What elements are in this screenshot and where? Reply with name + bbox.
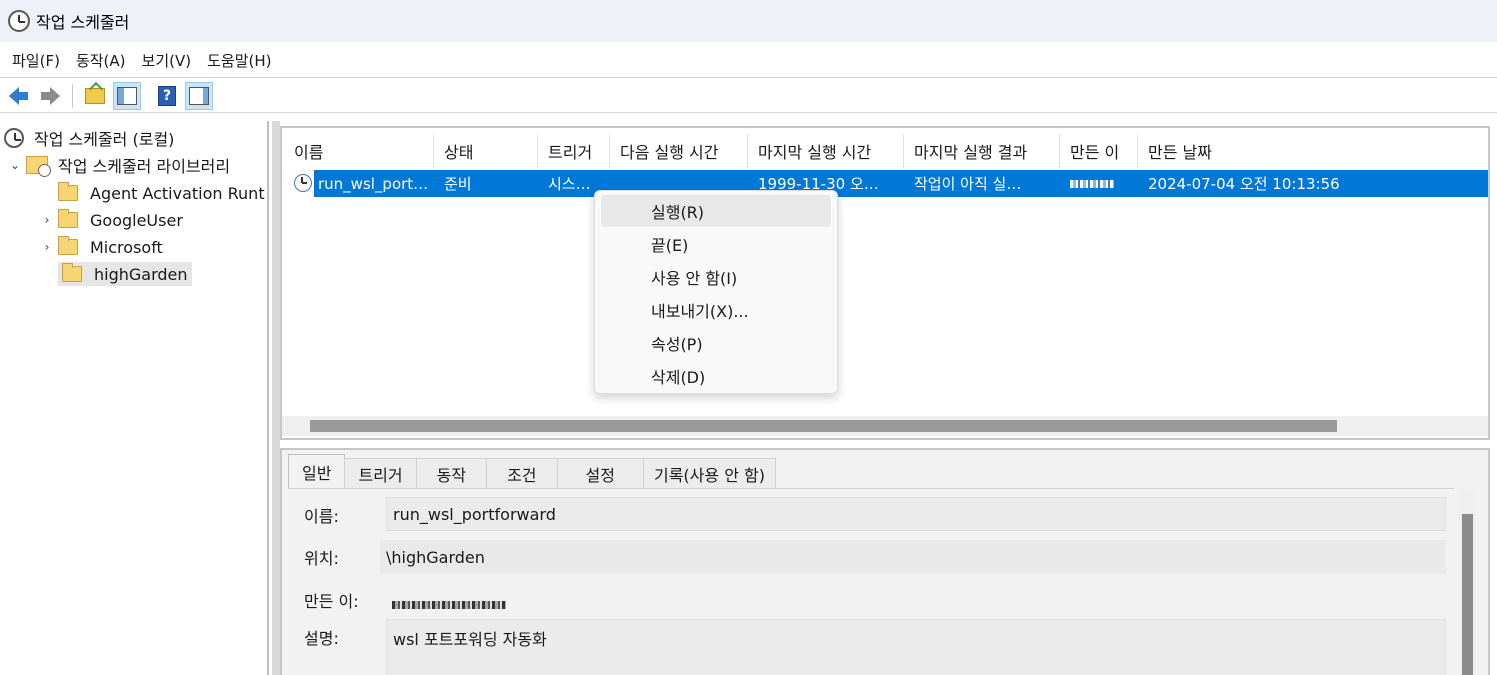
horizontal-scrollbar[interactable]: [282, 416, 1488, 436]
tree-item-googleuser[interactable]: › GoogleUser: [40, 208, 183, 232]
description-label: 설명:: [304, 629, 339, 648]
menu-file[interactable]: 파일(F): [4, 50, 68, 71]
show-hide-action-pane-icon: [189, 86, 209, 105]
tree-item-label: 작업 스케줄러 (로컬): [34, 130, 175, 149]
horizontal-scrollbar-thumb[interactable]: [310, 420, 1337, 432]
forward-button[interactable]: [36, 82, 64, 110]
cell-author: [1070, 170, 1134, 197]
forward-icon: [40, 86, 60, 105]
location-field: \highGarden: [380, 540, 1446, 574]
vertical-scrollbar-thumb[interactable]: [1462, 514, 1473, 675]
tree-item-label: 작업 스케줄러 라이브러리: [58, 157, 231, 176]
tree-item-library[interactable]: ⌄ 작업 스케줄러 라이브러리: [8, 153, 230, 177]
context-menu-disable[interactable]: 사용 안 함(I): [601, 261, 831, 293]
title-bar: 작업 스케줄러: [0, 0, 1497, 42]
console-tree: 작업 스케줄러 (로컬) ⌄ 작업 스케줄러 라이브러리 Agent Activ…: [0, 121, 269, 675]
author-label: 만든 이:: [304, 592, 359, 611]
column-header-next-run[interactable]: 다음 실행 시간: [610, 134, 748, 168]
cell-created: 2024-07-04 오전 10:13:56: [1148, 175, 1340, 193]
task-icon: [294, 174, 312, 192]
tree-item-root[interactable]: 작업 스케줄러 (로컬): [4, 126, 174, 150]
show-hide-console-tree-icon: [117, 86, 137, 105]
show-hide-action-pane-button[interactable]: [185, 81, 213, 110]
chevron-down-icon[interactable]: ⌄: [8, 158, 22, 172]
tree-item-label: GoogleUser: [90, 210, 183, 230]
name-field[interactable]: run_wsl_portforward: [386, 497, 1446, 531]
toolbar: ?: [0, 79, 1497, 113]
column-header-last-run[interactable]: 마지막 실행 시간: [748, 134, 904, 168]
tab-triggers[interactable]: 트리거: [344, 458, 417, 488]
context-menu-run[interactable]: 실행(R): [601, 195, 831, 227]
toolbar-separator: [72, 83, 73, 108]
redacted-author-value: [392, 595, 506, 613]
column-header-created[interactable]: 만든 날짜: [1138, 134, 1488, 168]
column-header-name[interactable]: 이름: [284, 134, 434, 168]
detail-tabs: 일반 트리거 동작 조건 설정 기록(사용 안 함): [288, 454, 776, 488]
tab-general[interactable]: 일반: [288, 454, 346, 488]
window-title: 작업 스케줄러: [36, 13, 130, 32]
context-menu-end[interactable]: 끝(E): [601, 228, 831, 260]
up-folder-button[interactable]: [81, 82, 109, 110]
task-scheduler-icon: [4, 128, 24, 148]
help-button[interactable]: ?: [153, 82, 181, 110]
menu-help[interactable]: 도움말(H): [199, 50, 279, 71]
task-scheduler-app-icon: [8, 10, 30, 32]
tab-actions[interactable]: 동작: [415, 458, 488, 488]
up-folder-icon: [85, 87, 105, 104]
column-header-author[interactable]: 만든 이: [1060, 134, 1138, 168]
tree-item-label: Agent Activation Runt: [90, 183, 265, 203]
tree-item-label: Microsoft: [90, 237, 163, 257]
help-icon: ?: [158, 85, 176, 106]
detail-pane: 일반 트리거 동작 조건 설정 기록(사용 안 함) 이름: run_wsl_p…: [280, 448, 1490, 675]
tab-conditions[interactable]: 조건: [486, 458, 558, 488]
column-header-status[interactable]: 상태: [434, 134, 538, 168]
tree-item-label: highGarden: [94, 264, 188, 284]
back-button[interactable]: [4, 82, 32, 110]
tree-item-microsoft[interactable]: › Microsoft: [40, 235, 163, 259]
column-header-trigger[interactable]: 트리거: [538, 134, 610, 168]
cell-status: 준비: [444, 175, 472, 193]
folder-icon: [58, 209, 78, 228]
menu-view[interactable]: 보기(V): [134, 50, 200, 71]
name-label: 이름:: [304, 507, 339, 526]
task-list: 이름 상태 트리거 다음 실행 시간 마지막 실행 시간 마지막 실행 결과 만…: [280, 126, 1490, 440]
vertical-scrollbar[interactable]: [1458, 490, 1476, 675]
tree-item-highgarden[interactable]: highGarden: [58, 262, 192, 286]
library-folder-icon: [26, 156, 51, 177]
folder-icon: [62, 263, 82, 282]
chevron-right-icon[interactable]: ›: [40, 240, 54, 254]
tab-settings[interactable]: 설정: [556, 458, 644, 488]
menu-bar: 파일(F) 동작(A) 보기(V) 도움말(H): [0, 44, 1497, 78]
description-field[interactable]: wsl 포트포워딩 자동화: [386, 619, 1446, 675]
context-menu-export[interactable]: 내보내기(X)...: [601, 294, 831, 326]
context-menu-delete[interactable]: 삭제(D): [601, 360, 831, 392]
context-menu: 실행(R) 끝(E) 사용 안 함(I) 내보내기(X)... 속성(P) 삭제…: [594, 190, 838, 394]
tree-item-agent-activation[interactable]: Agent Activation Runt: [40, 181, 265, 205]
back-icon: [8, 86, 28, 105]
redacted-author: [1070, 179, 1114, 188]
location-label: 위치:: [304, 549, 339, 568]
menu-action[interactable]: 동작(A): [68, 50, 134, 71]
folder-icon: [58, 182, 78, 201]
context-menu-properties[interactable]: 속성(P): [601, 327, 831, 359]
folder-icon: [58, 236, 78, 255]
tab-history[interactable]: 기록(사용 안 함): [642, 458, 776, 488]
cell-last-result: 작업이 아직 실…: [914, 175, 1022, 193]
cell-name: run_wsl_port…: [318, 174, 429, 193]
chevron-right-icon[interactable]: ›: [40, 213, 54, 227]
show-hide-console-tree-button[interactable]: [113, 81, 141, 110]
general-tab-content: 이름: run_wsl_portforward 위치: \highGarden …: [288, 488, 1454, 675]
pane-splitter[interactable]: [272, 121, 280, 675]
column-header-last-result[interactable]: 마지막 실행 결과: [904, 134, 1060, 168]
